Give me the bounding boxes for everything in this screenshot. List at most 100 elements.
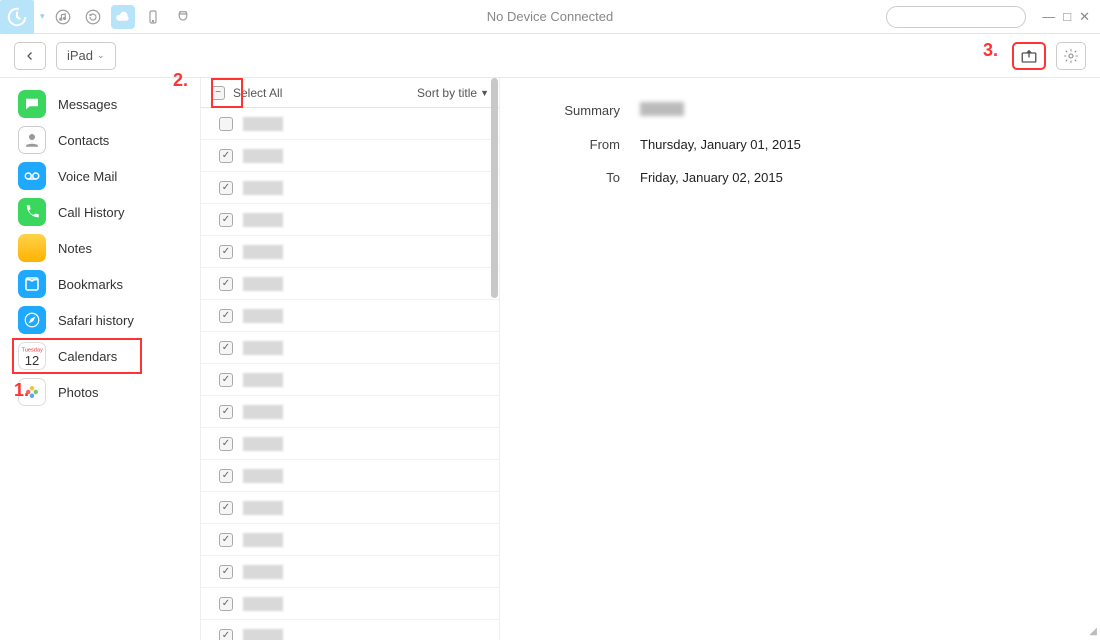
row-checkbox[interactable] [219,501,233,515]
bookmarks-icon [18,270,46,298]
sidebar-item-safari[interactable]: Safari history [0,302,200,338]
minimize-icon[interactable]: — [1042,9,1055,25]
list-item[interactable] [201,460,499,492]
scrollbar[interactable] [491,78,498,298]
sidebar-item-messages[interactable]: Messages [0,86,200,122]
titlebar: ▾ No Device Connected — □ ✕ [0,0,1100,34]
sidebar-item-contacts[interactable]: Contacts [0,122,200,158]
sidebar-item-label: Voice Mail [58,169,117,184]
list-item[interactable] [201,268,499,300]
list-item[interactable] [201,236,499,268]
list-item[interactable] [201,172,499,204]
list-item[interactable] [201,396,499,428]
row-title [243,245,283,259]
sidebar-item-voicemail[interactable]: Voice Mail [0,158,200,194]
row-title [243,213,283,227]
sidebar: Messages Contacts Voice Mail Call Histor… [0,78,200,640]
sidebar-item-photos[interactable]: Photos [0,374,200,410]
sidebar-item-label: Photos [58,385,98,400]
from-value: Thursday, January 01, 2015 [640,137,801,152]
row-checkbox[interactable] [219,437,233,451]
list-item[interactable] [201,428,499,460]
sidebar-item-label: Call History [58,205,124,220]
sort-arrow-icon: ▼ [480,88,489,98]
row-checkbox[interactable] [219,341,233,355]
device-tab-icon[interactable] [141,5,165,29]
list-item[interactable] [201,588,499,620]
sidebar-item-notes[interactable]: Notes [0,230,200,266]
highlight-2 [211,78,243,108]
list-item[interactable] [201,140,499,172]
row-title [243,629,283,640]
row-title [243,405,283,419]
back-button[interactable] [14,42,46,70]
row-checkbox[interactable] [219,245,233,259]
row-title [243,373,283,387]
list-item[interactable] [201,620,499,640]
apps-tab-icon[interactable] [171,5,195,29]
row-title [243,277,283,291]
row-title [243,533,283,547]
row-checkbox[interactable] [219,565,233,579]
list-item[interactable] [201,108,499,140]
list-rows[interactable] [201,108,499,640]
device-selector[interactable]: iPad ⌄ [56,42,116,70]
row-title [243,597,283,611]
list-item[interactable] [201,556,499,588]
row-checkbox[interactable] [219,405,233,419]
row-checkbox[interactable] [219,309,233,323]
maximize-icon[interactable]: □ [1063,9,1071,25]
row-checkbox[interactable] [219,277,233,291]
row-title [243,149,283,163]
row-checkbox[interactable] [219,597,233,611]
annotation-1: 1. [14,380,29,401]
sidebar-item-label: Safari history [58,313,134,328]
phone-icon [18,198,46,226]
to-value: Friday, January 02, 2015 [640,170,783,185]
sidebar-item-bookmarks[interactable]: Bookmarks [0,266,200,302]
row-checkbox[interactable] [219,533,233,547]
sidebar-item-label: Messages [58,97,117,112]
search-field[interactable] [899,10,1054,24]
summary-label: Summary [520,103,620,118]
sort-dropdown[interactable]: Sort by title ▼ [417,86,489,100]
toolbar: iPad ⌄ 3. [0,34,1100,78]
music-tab-icon[interactable] [51,5,75,29]
close-icon[interactable]: ✕ [1079,9,1090,25]
cloud-tab-icon[interactable] [111,5,135,29]
row-title [243,181,283,195]
list-item[interactable] [201,364,499,396]
annotation-3: 3. [983,40,998,61]
to-label: To [520,170,620,185]
row-checkbox[interactable] [219,181,233,195]
annotation-2: 2. [173,70,188,91]
refresh-tab-icon[interactable] [81,5,105,29]
row-checkbox[interactable] [219,469,233,483]
chevron-left-icon [24,50,36,62]
sidebar-item-callhistory[interactable]: Call History [0,194,200,230]
sidebar-item-calendars[interactable]: Tuesday 12 Calendars [12,338,142,374]
logo-arrow-icon: ▾ [40,11,45,22]
event-list: 2. Select All Sort by title ▼ [200,78,500,640]
device-label: iPad [67,48,93,63]
sidebar-item-label: Contacts [58,133,109,148]
row-checkbox[interactable] [219,213,233,227]
main: Messages Contacts Voice Mail Call Histor… [0,78,1100,640]
row-checkbox[interactable] [219,629,233,640]
search-input[interactable] [886,6,1026,28]
export-button[interactable] [1012,42,1046,70]
list-item[interactable] [201,332,499,364]
row-title [243,117,283,131]
list-item[interactable] [201,524,499,556]
resize-grip-icon[interactable]: ◢ [1089,626,1097,637]
sort-label: Sort by title [417,86,477,100]
list-item[interactable] [201,492,499,524]
sidebar-item-label: Bookmarks [58,277,123,292]
list-item[interactable] [201,204,499,236]
row-checkbox[interactable] [219,373,233,387]
row-checkbox[interactable] [219,149,233,163]
settings-button[interactable] [1056,42,1086,70]
row-checkbox[interactable] [219,117,233,131]
list-item[interactable] [201,300,499,332]
from-label: From [520,137,620,152]
